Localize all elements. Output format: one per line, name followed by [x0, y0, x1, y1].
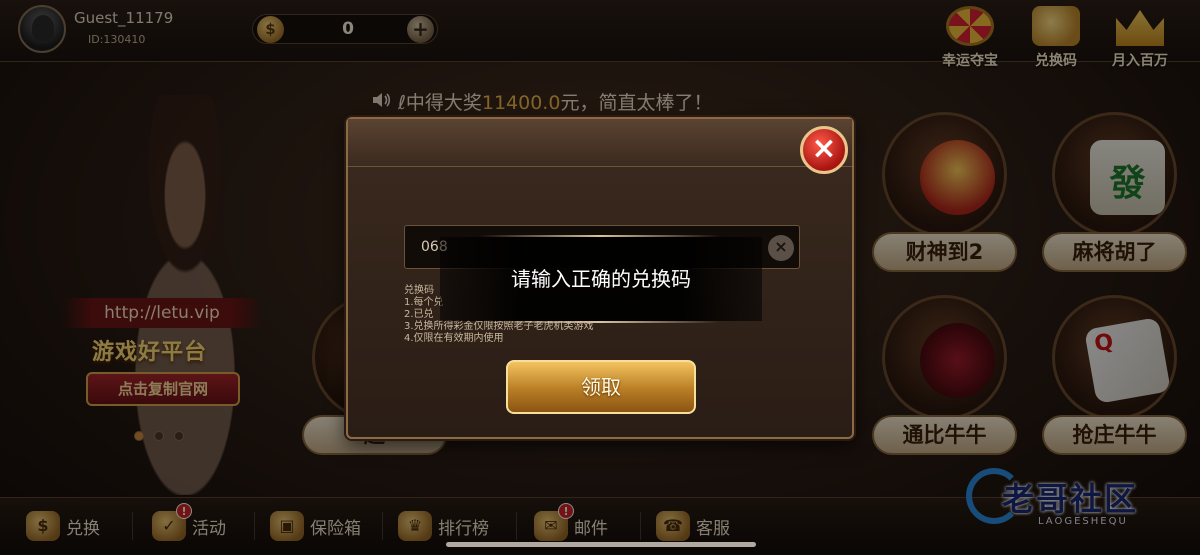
dialog-header [348, 119, 852, 167]
clear-input-icon[interactable]: × [768, 235, 794, 261]
home-indicator[interactable] [446, 542, 756, 547]
error-toast: 请输入正确的兑换码 [440, 235, 762, 323]
claim-button[interactable]: 领取 [506, 360, 696, 414]
note-line: 4.仅限在有效期内使用 [404, 333, 504, 344]
close-button[interactable]: × [800, 126, 848, 174]
